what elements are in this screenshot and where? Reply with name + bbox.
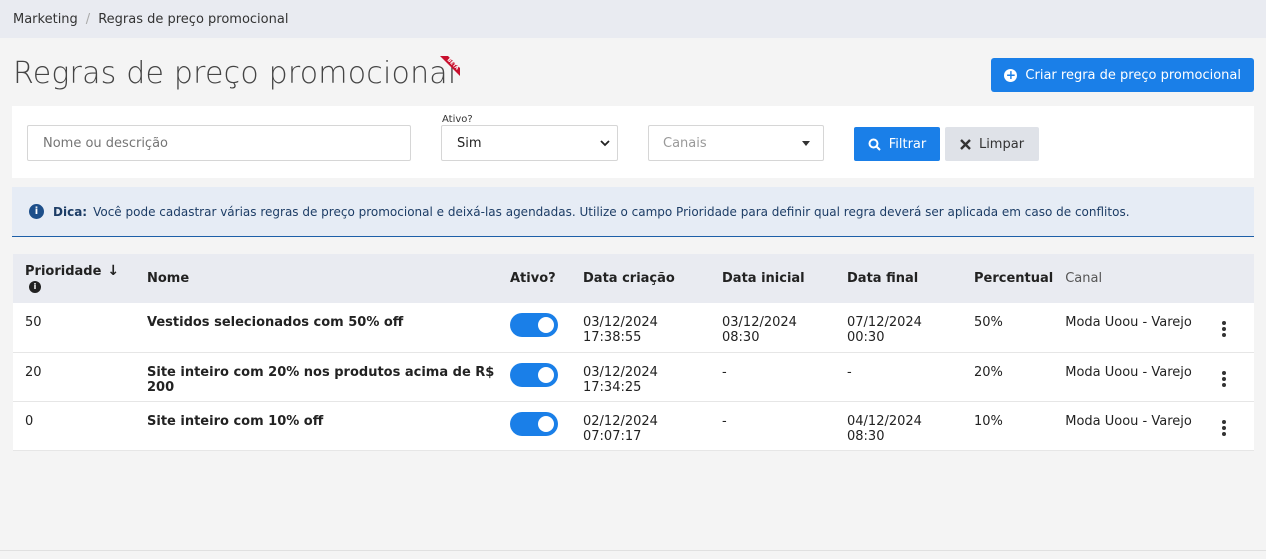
- header-nome: Nome: [147, 271, 190, 286]
- toggle-knob: [538, 415, 554, 432]
- create-rule-button[interactable]: + Criar regra de preço promocional: [991, 58, 1254, 92]
- table-header-row: Prioridade ↓i Nome Ativo? Data criação Da…: [13, 254, 1254, 303]
- cell-data-criacao: 03/12/2024 17:38:55: [583, 315, 658, 345]
- header-ativo: Ativo?: [510, 271, 556, 286]
- table-row: 50 Vestidos selecionados com 50% off 03/12…: [13, 303, 1254, 352]
- tip-label: Dica:: [53, 204, 88, 219]
- filters-panel: Ativo? Sim Canais Filtrar Limpar: [12, 106, 1254, 178]
- cell-data-final: 07/12/2024 00:30: [847, 315, 922, 345]
- cell-canal: Moda Uoou - Varejo: [1065, 315, 1192, 330]
- cell-percentual: 20%: [974, 364, 1003, 380]
- cell-data-inicial: 03/12/2024 08:30: [722, 315, 797, 345]
- breadcrumb: Marketing / Regras de preço promocional: [0, 0, 1266, 38]
- cell-ativo: [498, 401, 571, 450]
- breadcrumb-separator: /: [85, 11, 91, 27]
- cell-percentual: 50%: [974, 315, 1003, 330]
- cell-data-criacao: 02/12/2024 07:07:17: [583, 413, 658, 444]
- cell-actions: [1205, 352, 1254, 401]
- toggle-knob: [538, 317, 554, 333]
- cell-nome: Site inteiro com 20% nos produtos acima …: [147, 364, 495, 395]
- arrow-down-icon: ↓: [107, 263, 120, 279]
- caret-down-icon: [802, 141, 810, 146]
- cell-data-inicial: -: [722, 413, 727, 429]
- table-row: 20 Site inteiro com 20% nos produtos acim…: [13, 352, 1254, 401]
- cell-data-final: -: [847, 364, 852, 380]
- cell-prioridade: 0: [25, 413, 34, 429]
- clear-button[interactable]: Limpar: [945, 127, 1039, 161]
- kebab-icon[interactable]: [1217, 370, 1231, 387]
- beta-ribbon: BETA: [440, 56, 460, 76]
- cell-canal: Moda Uoou - Varejo: [1065, 364, 1192, 380]
- cell-data-criacao: 03/12/2024 17:34:25: [583, 364, 658, 395]
- header-prioridade[interactable]: Prioridade ↓i: [13, 254, 135, 303]
- ativo-toggle[interactable]: [510, 362, 558, 387]
- ativo-filter-label: Ativo?: [442, 114, 473, 125]
- header-data-criacao: Data criação: [583, 271, 675, 286]
- tip-banner: i Dica: Você pode cadastrar várias regra…: [12, 187, 1254, 237]
- header-percentual: Percentual: [974, 271, 1054, 286]
- table-row: 0 Site inteiro com 10% off 02/12/2024 07:0…: [13, 401, 1254, 450]
- cell-ativo: [498, 303, 571, 352]
- breadcrumb-current: Regras de preço promocional: [98, 11, 289, 27]
- canais-placeholder: Canais: [663, 135, 707, 151]
- clear-label: Limpar: [978, 136, 1025, 152]
- create-rule-label: Criar regra de preço promocional: [1025, 67, 1241, 83]
- breadcrumb-root[interactable]: Marketing: [13, 12, 78, 27]
- x-icon: [960, 138, 971, 150]
- header-data-inicial: Data inicial: [722, 271, 805, 286]
- page-title: Regras de preço promocional: [13, 56, 457, 91]
- plus-circle-icon: +: [1004, 67, 1018, 82]
- filter-button[interactable]: Filtrar: [854, 127, 940, 161]
- rules-table: Prioridade ↓i Nome Ativo? Data criação Da…: [13, 254, 1254, 451]
- cell-actions: [1205, 401, 1254, 450]
- tip-text: Você pode cadastrar várias regras de pre…: [93, 204, 1130, 219]
- cell-data-inicial: -: [722, 364, 727, 380]
- cell-percentual: 10%: [974, 413, 1003, 429]
- canais-select[interactable]: Canais: [648, 125, 824, 161]
- ativo-select[interactable]: Sim: [441, 125, 618, 161]
- ativo-toggle[interactable]: [510, 411, 558, 436]
- kebab-icon[interactable]: [1217, 419, 1231, 436]
- page-header: Regras de preço promocional BETA + Criar…: [0, 38, 1266, 106]
- toggle-knob: [538, 366, 554, 383]
- filter-label: Filtrar: [888, 136, 927, 152]
- info-icon: i: [29, 204, 44, 219]
- cell-actions: [1205, 303, 1254, 352]
- cell-prioridade: 50: [25, 315, 42, 330]
- chevron-down-icon: [600, 140, 610, 147]
- ativo-select-value: Sim: [457, 135, 482, 151]
- header-canal: Canal: [1065, 271, 1103, 286]
- footer-divider: [0, 550, 1266, 551]
- cell-nome: Site inteiro com 10% off: [147, 413, 324, 429]
- ativo-toggle[interactable]: [510, 313, 558, 337]
- cell-prioridade: 20: [25, 364, 42, 380]
- cell-data-final: 04/12/2024 08:30: [847, 413, 922, 444]
- header-actions: [1205, 254, 1254, 303]
- cell-canal: Moda Uoou - Varejo: [1065, 413, 1192, 429]
- search-icon: [868, 138, 881, 151]
- cell-ativo: [498, 352, 571, 401]
- kebab-icon[interactable]: [1217, 321, 1231, 337]
- name-search-input[interactable]: [27, 125, 411, 161]
- info-icon: i: [29, 281, 41, 293]
- cell-nome: Vestidos selecionados com 50% off: [147, 315, 404, 330]
- header-data-final: Data final: [847, 271, 919, 286]
